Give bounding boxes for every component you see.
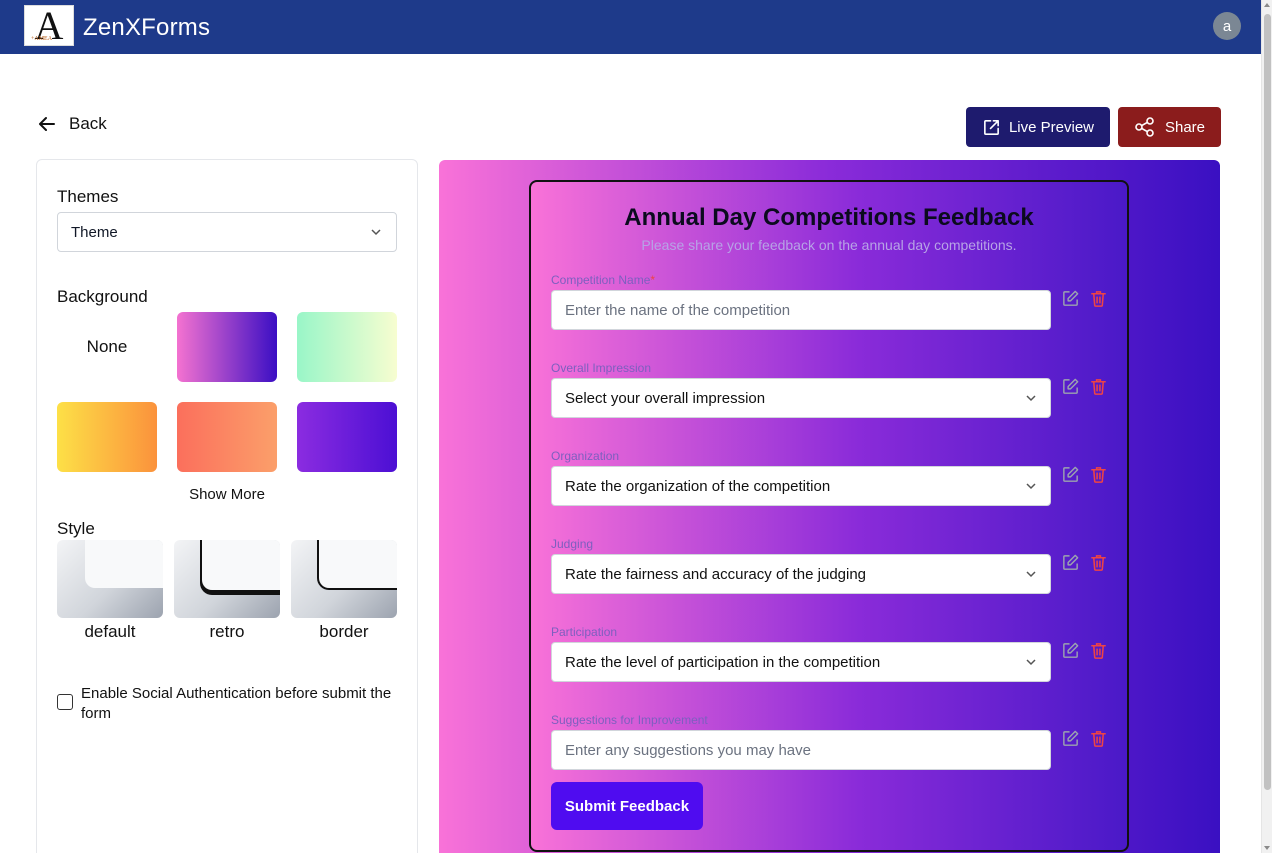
page-scrollbar[interactable] <box>1261 0 1272 853</box>
field-actions <box>1061 289 1108 308</box>
field-label-judging: Judging <box>551 537 594 551</box>
social-auth-option: Enable Social Authentication before subm… <box>57 684 402 724</box>
field-label-suggestions: Suggestions for Improvement <box>551 713 708 727</box>
back-label: Back <box>69 114 107 133</box>
style-option-retro[interactable] <box>174 540 280 618</box>
chevron-down-icon <box>1026 659 1036 666</box>
judging-value: Rate the fairness and accuracy of the ju… <box>565 565 867 583</box>
logo[interactable]: A +AMEA <box>24 5 74 46</box>
external-link-icon <box>984 119 999 135</box>
submit-feedback-button[interactable]: Submit Feedback <box>551 782 703 830</box>
participation-select[interactable]: Rate the level of participation in the c… <box>551 642 1051 682</box>
background-swatch-coral-orange[interactable] <box>177 402 277 472</box>
field-label-competition-name: Competition Name* <box>551 273 656 287</box>
live-preview-label: Live Preview <box>1008 118 1095 136</box>
theme-select[interactable]: Theme <box>57 212 397 252</box>
style-label-border: border <box>319 622 369 641</box>
chevron-down-icon <box>1026 483 1036 490</box>
field-label-participation: Participation <box>551 625 618 639</box>
field-label-overall-impression: Overall Impression <box>551 361 652 375</box>
theme-select-value: Theme <box>71 223 118 241</box>
themes-title: Themes <box>57 187 119 206</box>
form-preview-area: Annual Day Competitions Feedback Please … <box>439 160 1220 853</box>
edit-icon[interactable] <box>1061 465 1080 484</box>
suggestions-input[interactable]: Enter any suggestions you may have <box>551 730 1051 770</box>
chevron-down-icon <box>371 229 381 236</box>
chevron-down-icon <box>1026 395 1036 402</box>
background-swatch-violet-indigo[interactable] <box>297 402 397 472</box>
style-option-default[interactable] <box>57 540 163 618</box>
background-swatch-pink-indigo[interactable] <box>177 312 277 382</box>
delete-icon[interactable] <box>1089 377 1108 396</box>
suggestions-placeholder: Enter any suggestions you may have <box>565 741 811 759</box>
edit-icon[interactable] <box>1061 641 1080 660</box>
overall-impression-select[interactable]: Select your overall impression <box>551 378 1051 418</box>
app-header: A +AMEA ZenXForms a <box>0 0 1261 54</box>
style-label-default: default <box>84 622 136 641</box>
background-swatch-yellow-orange[interactable] <box>57 402 157 472</box>
background-none-option[interactable]: None <box>57 312 157 382</box>
organization-select[interactable]: Rate the organization of the competition <box>551 466 1051 506</box>
brand-name[interactable]: ZenXForms <box>83 14 210 42</box>
competition-name-placeholder: Enter the name of the competition <box>565 301 791 319</box>
delete-icon[interactable] <box>1089 729 1108 748</box>
style-option-border[interactable] <box>291 540 397 618</box>
form-subtitle: Please share your feedback on the annual… <box>641 237 1017 253</box>
background-none-label: None <box>86 337 128 356</box>
share-button[interactable]: Share <box>1118 107 1221 147</box>
field-actions <box>1061 465 1108 484</box>
field-actions <box>1061 641 1108 660</box>
share-icon <box>1135 117 1154 137</box>
organization-value: Rate the organization of the competition <box>565 477 831 495</box>
field-label-organization: Organization <box>551 449 620 463</box>
scroll-down-icon[interactable] <box>1264 846 1270 850</box>
back-button[interactable]: Back <box>37 114 107 134</box>
delete-icon[interactable] <box>1089 289 1108 308</box>
show-more-button[interactable]: Show More <box>37 486 417 503</box>
logo-small-text: +AMEA <box>31 36 53 42</box>
background-title: Background <box>57 287 148 306</box>
edit-icon[interactable] <box>1061 289 1080 308</box>
edit-icon[interactable] <box>1061 553 1080 572</box>
live-preview-button[interactable]: Live Preview <box>966 107 1110 147</box>
field-actions <box>1061 553 1108 572</box>
style-label-retro: retro <box>209 622 245 641</box>
overall-impression-value: Select your overall impression <box>565 389 766 407</box>
arrow-left-icon <box>39 117 55 131</box>
competition-name-input[interactable]: Enter the name of the competition <box>551 290 1051 330</box>
share-label: Share <box>1164 118 1206 136</box>
field-actions <box>1061 729 1108 748</box>
form-title: Annual Day Competitions Feedback <box>624 204 1034 231</box>
social-auth-checkbox[interactable] <box>57 694 73 710</box>
edit-icon[interactable] <box>1061 377 1080 396</box>
background-swatch-mint-cream[interactable] <box>297 312 397 382</box>
required-mark: * <box>650 273 656 287</box>
style-title: Style <box>57 519 95 538</box>
app-root: A +AMEA ZenXForms a Back Live Preview Sh… <box>0 0 1272 853</box>
delete-icon[interactable] <box>1089 465 1108 484</box>
avatar[interactable]: a <box>1213 12 1241 40</box>
customize-panel: Themes Theme Background None Show More S… <box>36 159 418 853</box>
participation-value: Rate the level of participation in the c… <box>565 653 881 671</box>
edit-icon[interactable] <box>1061 729 1080 748</box>
delete-icon[interactable] <box>1089 553 1108 572</box>
field-actions <box>1061 377 1108 396</box>
social-auth-label[interactable]: Enable Social Authentication before subm… <box>81 684 402 724</box>
form-card: Annual Day Competitions Feedback Please … <box>529 180 1129 852</box>
scroll-up-icon[interactable] <box>1264 3 1270 7</box>
judging-select[interactable]: Rate the fairness and accuracy of the ju… <box>551 554 1051 594</box>
chevron-down-icon <box>1026 571 1036 578</box>
scrollbar-thumb[interactable] <box>1264 14 1271 790</box>
delete-icon[interactable] <box>1089 641 1108 660</box>
